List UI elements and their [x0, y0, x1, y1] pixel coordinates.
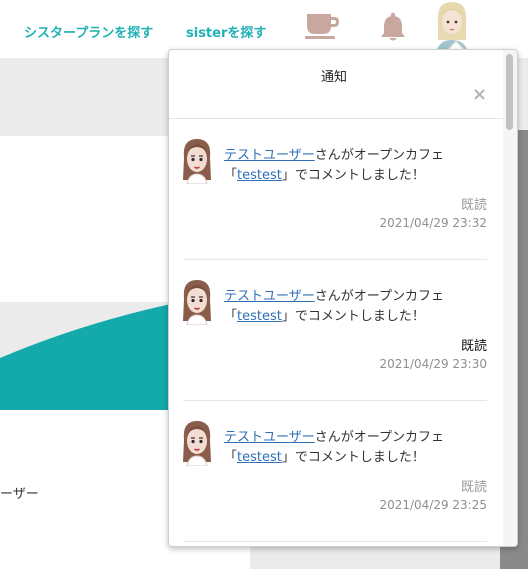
quote-open: 「 [224, 450, 238, 465]
user-avatar [181, 277, 213, 329]
notification-list: テストユーザーさんがオープンカフェ 「testest」でコメントしました！ 既読 … [169, 119, 503, 542]
quote-open: 「 [224, 168, 238, 183]
user-link[interactable]: テストユーザー [224, 289, 315, 304]
user-avatar [181, 136, 213, 188]
message-text: 」でコメントしました！ [281, 309, 425, 324]
notification-message: テストユーザーさんがオープンカフェ「testest」でコメントしました！ [224, 428, 494, 468]
message-text: 」でコメントしました！ [281, 168, 425, 183]
cafe-link[interactable]: testest [237, 450, 282, 465]
panel-title: 通知 [320, 70, 347, 85]
panel-header: 通知 × [169, 50, 509, 119]
user-link[interactable]: テストユーザー [224, 148, 315, 163]
read-status: 既読 [460, 339, 487, 354]
message-text: さんがオープンカフェ [314, 148, 444, 163]
quote-open: 「 [224, 309, 238, 324]
timestamp: 2021/04/29 23:25 [379, 498, 487, 512]
background-card [0, 136, 170, 302]
bell-icon[interactable] [380, 12, 406, 46]
user-avatar [181, 418, 213, 470]
cafe-link[interactable]: testest [237, 309, 282, 324]
scrollbar-thumb[interactable] [506, 54, 513, 130]
coffee-cup-icon[interactable] [305, 12, 341, 44]
notification-item[interactable]: テストユーザーさんがオープンカフェ 「testest」でコメントしました！ 既読 … [169, 260, 503, 401]
notification-item[interactable]: テストユーザーさんがオープンカフェ 「testest」でコメントしました！ 既読 … [169, 119, 503, 260]
notification-message: テストユーザーさんがオープンカフェ「testest」でコメントしました！ [224, 146, 494, 186]
user-link[interactable]: テストユーザー [224, 430, 315, 445]
notification-item[interactable]: テストユーザーさんがオープンカフェ 「testest」でコメントしました！ 既読 … [169, 401, 503, 542]
divider [183, 541, 487, 542]
scrollbar[interactable] [503, 50, 517, 546]
cafe-link[interactable]: testest [237, 168, 282, 183]
notification-message: テストユーザーさんがオープンカフェ「testest」でコメントしました！ [224, 287, 494, 327]
timestamp: 2021/04/29 23:32 [379, 216, 487, 230]
message-text: 」でコメントしました！ [281, 450, 425, 465]
find-plan-link[interactable]: シスタープランを探す [24, 22, 153, 41]
message-text: さんがオープンカフェ [314, 430, 444, 445]
read-status: 既読 [460, 480, 487, 495]
background-partial-text: ーザー [0, 487, 39, 502]
notification-panel: 通知 × テストユーザーさんがオープンカフェ 「testest」でコメントしまし… [168, 49, 518, 547]
find-sister-link[interactable]: sisterを探す [186, 22, 266, 41]
message-text: さんがオープンカフェ [314, 289, 444, 304]
timestamp: 2021/04/29 23:30 [379, 357, 487, 371]
close-icon[interactable]: × [472, 84, 487, 105]
read-status: 既読 [460, 198, 487, 213]
